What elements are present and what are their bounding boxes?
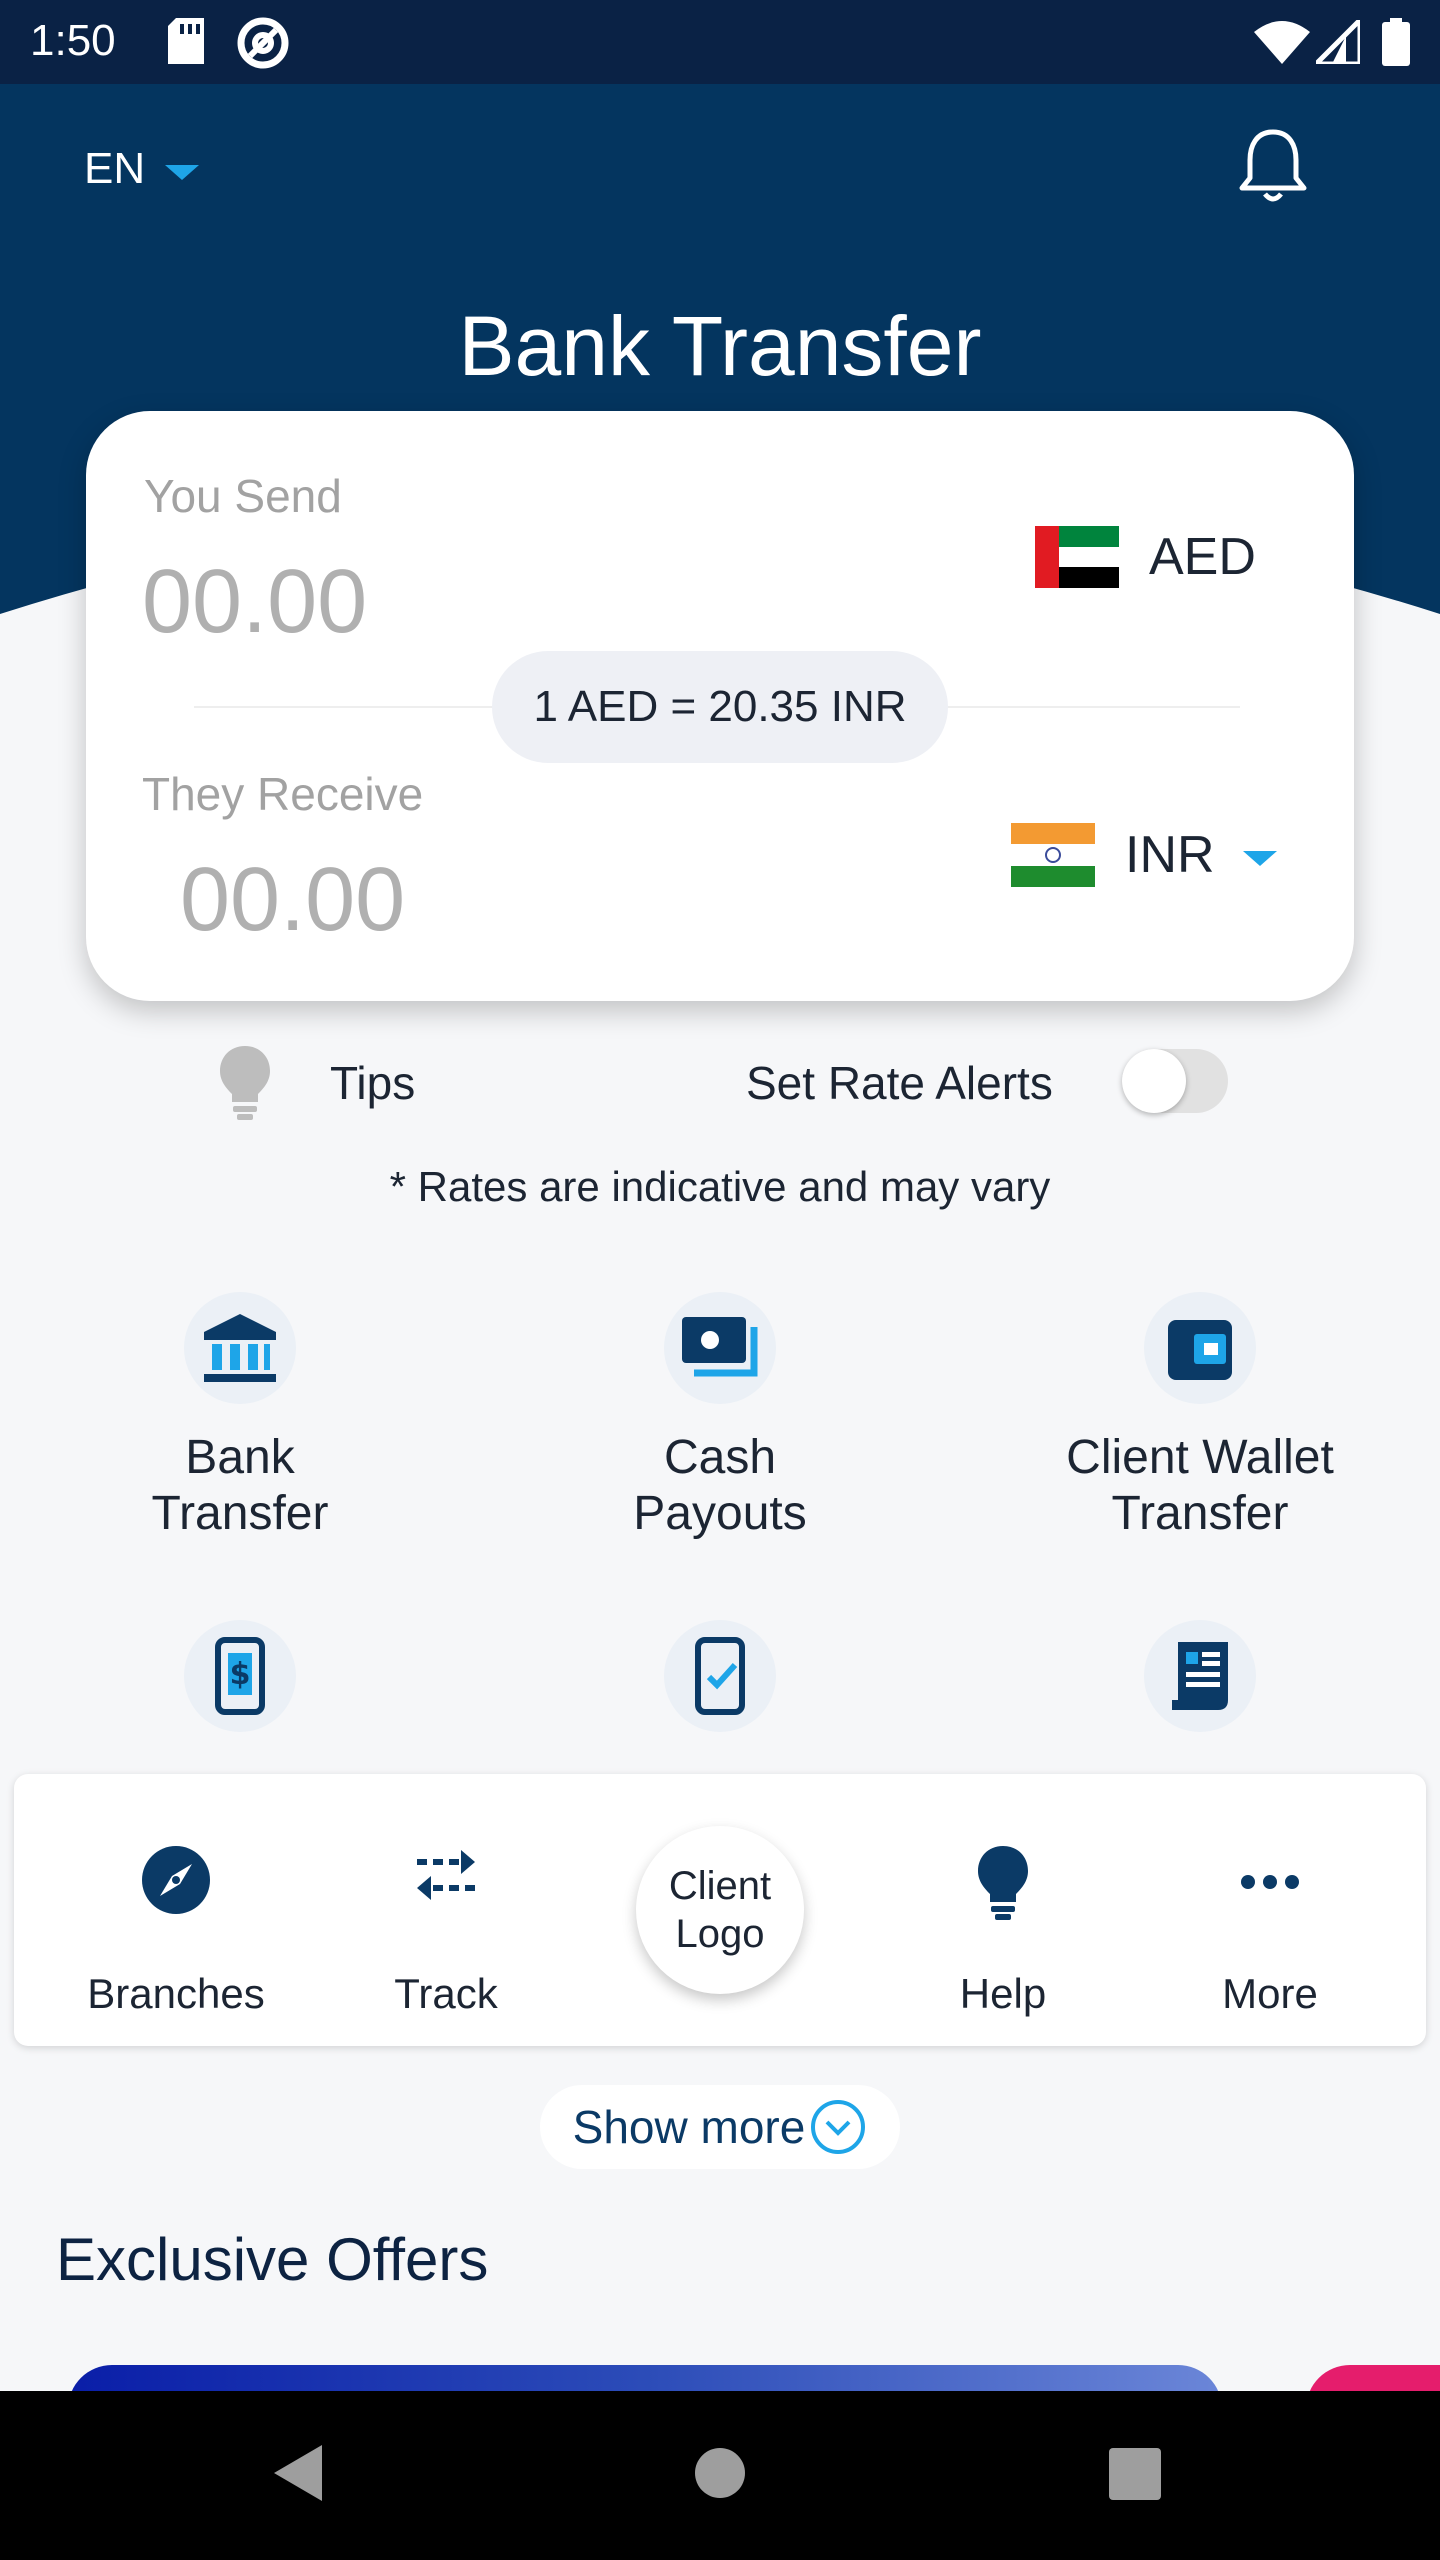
language-label: EN	[84, 144, 146, 193]
system-nav-bar	[0, 2391, 1440, 2560]
service-mobile-payment[interactable]	[480, 1620, 960, 1732]
send-currency-label: AED	[1149, 528, 1256, 586]
uae-flag-icon	[1035, 526, 1119, 588]
service-client-wallet-transfer[interactable]: Client Wallet Transfer	[960, 1292, 1440, 1542]
recents-icon[interactable]	[1108, 2447, 1162, 2506]
home-icon[interactable]	[694, 2447, 746, 2504]
at-sign-icon	[236, 16, 290, 75]
tab-branches[interactable]: Branches	[41, 1774, 311, 2046]
rate-alert-label: Set Rate Alerts	[746, 1057, 1053, 1109]
svg-text:$: $	[230, 1657, 251, 1692]
send-currency: AED	[1035, 526, 1256, 588]
tab-label: More	[1222, 1970, 1318, 2017]
service-label-line1: Cash	[663, 1431, 777, 1484]
chevron-down-icon	[1242, 850, 1277, 866]
rate-alert-toggle[interactable]	[1122, 1049, 1228, 1113]
tab-track[interactable]: Track	[311, 1774, 581, 2046]
service-label-line2: Transfer	[1111, 1487, 1289, 1540]
service-label-line2: Payouts	[633, 1487, 807, 1540]
receive-currency-selector[interactable]: INR	[1011, 823, 1277, 887]
send-label: You Send	[144, 470, 342, 522]
bell-icon[interactable]	[1238, 126, 1308, 211]
cash-icon	[664, 1292, 776, 1404]
bank-icon	[184, 1292, 296, 1404]
sd-card-icon	[168, 18, 204, 69]
tab-label: Track	[394, 1970, 498, 2017]
tips-link[interactable]: Tips	[330, 1056, 415, 1110]
tab-label: Branches	[87, 1970, 265, 2017]
show-more-label: Show more	[572, 2101, 806, 2153]
receive-currency-label: INR	[1125, 826, 1215, 884]
tab-help[interactable]: Help	[868, 1774, 1138, 2046]
compass-icon	[41, 1844, 311, 1916]
back-icon[interactable]	[270, 2441, 326, 2510]
mobile-dollar-icon: $	[184, 1620, 296, 1732]
tab-more[interactable]: More	[1135, 1774, 1405, 2046]
service-label-line2: Transfer	[151, 1487, 329, 1540]
lightbulb-icon	[868, 1844, 1138, 1920]
service-label-line1: Client Wallet	[1066, 1431, 1334, 1484]
receive-label: They Receive	[142, 768, 424, 820]
more-dots-icon	[1135, 1874, 1405, 1890]
wifi-icon	[1254, 20, 1310, 69]
language-selector[interactable]: EN	[84, 144, 200, 194]
chevron-down-circle-icon	[811, 2100, 866, 2154]
show-more-button[interactable]: Show more	[540, 2085, 900, 2169]
send-amount-input[interactable]: 00.00	[142, 551, 367, 654]
service-mobile-topup[interactable]: $	[0, 1620, 480, 1732]
exchange-rate-badge: 1 AED = 20.35 INR	[492, 651, 948, 763]
lightbulb-icon	[218, 1044, 272, 1125]
service-bill-payment[interactable]	[960, 1620, 1440, 1732]
bill-icon	[1144, 1620, 1256, 1732]
status-time: 1:50	[30, 16, 116, 65]
transfer-arrows-icon	[311, 1844, 581, 1904]
tab-label: Help	[959, 1970, 1047, 2017]
rates-disclaimer: * Rates are indicative and may vary	[389, 1163, 1051, 1210]
receive-amount-input[interactable]: 00.00	[180, 849, 405, 952]
service-bank-transfer[interactable]: Bank Transfer	[0, 1292, 480, 1542]
tips-row: Tips Set Rate Alerts	[0, 1044, 1440, 1124]
client-logo-line2: Logo	[675, 1912, 765, 1956]
status-bar: 1:50	[0, 0, 1440, 84]
service-cash-payouts[interactable]: Cash Payouts	[480, 1292, 960, 1542]
signal-icon	[1309, 13, 1363, 69]
offers-heading: Exclusive Offers	[56, 2226, 489, 2293]
chevron-down-icon	[165, 164, 200, 180]
converter-card: You Send 00.00 AED 1 AED = 20.35 INR The…	[86, 411, 1354, 1001]
wallet-icon	[1144, 1292, 1256, 1404]
battery-icon	[1382, 18, 1410, 71]
client-logo-line1: Client	[668, 1864, 772, 1908]
service-label-line1: Bank	[185, 1431, 295, 1484]
toggle-knob	[1122, 1049, 1186, 1113]
mobile-check-icon	[664, 1620, 776, 1732]
client-logo-button[interactable]: Client Logo	[636, 1826, 804, 1994]
india-flag-icon	[1011, 823, 1095, 887]
page-title: Bank Transfer	[458, 299, 982, 393]
